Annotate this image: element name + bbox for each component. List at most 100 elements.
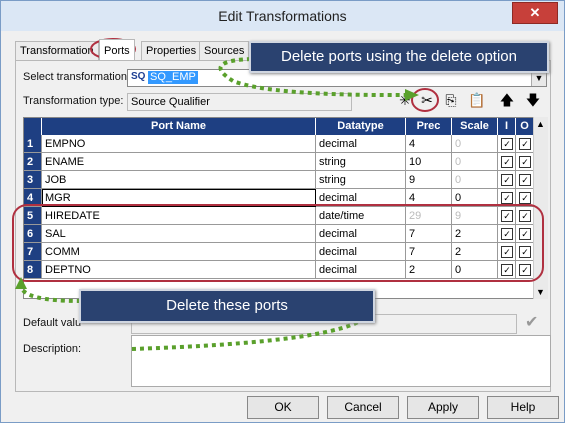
scale-cell[interactable]: 0 xyxy=(452,135,498,153)
port-name-cell[interactable]: COMM xyxy=(42,243,316,261)
new-port-icon[interactable]: ✳ xyxy=(395,91,415,109)
input-header[interactable]: I xyxy=(498,118,516,135)
port-name-cell[interactable]: ENAME xyxy=(42,153,316,171)
cancel-button[interactable]: Cancel xyxy=(327,396,399,419)
prec-header[interactable]: Prec xyxy=(406,118,452,135)
table-row[interactable]: 1 EMPNO decimal 4 0 ✓ ✓ xyxy=(24,135,536,153)
prec-cell[interactable]: 10 xyxy=(406,153,452,171)
prec-cell[interactable]: 7 xyxy=(406,243,452,261)
close-button[interactable]: ✕ xyxy=(512,2,558,24)
datatype-cell[interactable]: decimal xyxy=(316,243,406,261)
scale-cell[interactable]: 2 xyxy=(452,225,498,243)
scale-cell[interactable]: 0 xyxy=(452,261,498,279)
table-row[interactable]: 2 ENAME string 10 0 ✓ ✓ xyxy=(24,153,536,171)
port-name-cell[interactable]: JOB xyxy=(42,171,316,189)
output-port-cell: ✓ xyxy=(516,153,534,171)
row-number[interactable]: 3 xyxy=(24,171,42,189)
copy-icon[interactable]: ⎘ xyxy=(441,91,461,109)
table-row[interactable]: 7 COMM decimal 7 2 ✓ ✓ xyxy=(24,243,536,261)
input-checkbox[interactable]: ✓ xyxy=(501,192,513,204)
prec-cell[interactable]: 4 xyxy=(406,135,452,153)
validate-check-icon[interactable]: ✔ xyxy=(525,312,538,332)
scale-cell[interactable]: 0 xyxy=(452,153,498,171)
datatype-cell[interactable]: decimal xyxy=(316,135,406,153)
paste-icon[interactable]: 📋 xyxy=(467,91,487,109)
scale-cell[interactable]: 0 xyxy=(452,171,498,189)
input-checkbox[interactable]: ✓ xyxy=(501,246,513,258)
move-up-icon[interactable]: 🡅 xyxy=(497,91,517,109)
input-checkbox[interactable]: ✓ xyxy=(501,264,513,276)
tab-sources[interactable]: Sources xyxy=(199,41,250,60)
scale-cell[interactable]: 9 xyxy=(452,207,498,225)
row-number[interactable]: 7 xyxy=(24,243,42,261)
prec-cell[interactable]: 7 xyxy=(406,225,452,243)
prec-cell[interactable]: 2 xyxy=(406,261,452,279)
datatype-cell[interactable]: decimal xyxy=(316,189,406,207)
datatype-header[interactable]: Datatype xyxy=(316,118,406,135)
grid-header: Port Name Datatype Prec Scale I O xyxy=(24,118,536,135)
input-port-cell: ✓ xyxy=(498,225,516,243)
port-name-cell[interactable]: HIREDATE xyxy=(42,207,316,225)
datatype-cell[interactable]: decimal xyxy=(316,261,406,279)
output-checkbox[interactable]: ✓ xyxy=(519,192,531,204)
datatype-cell[interactable]: string xyxy=(316,171,406,189)
output-checkbox[interactable]: ✓ xyxy=(519,264,531,276)
datatype-cell[interactable]: decimal xyxy=(316,225,406,243)
port-name-header[interactable]: Port Name xyxy=(42,118,316,135)
input-checkbox[interactable]: ✓ xyxy=(501,228,513,240)
tab-ports[interactable]: Ports xyxy=(99,39,135,60)
row-number[interactable]: 1 xyxy=(24,135,42,153)
input-port-cell: ✓ xyxy=(498,189,516,207)
input-checkbox[interactable]: ✓ xyxy=(501,210,513,222)
output-checkbox[interactable]: ✓ xyxy=(519,228,531,240)
grid-scrollbar[interactable]: ▲ ▼ xyxy=(533,117,548,299)
scroll-up-icon[interactable]: ▲ xyxy=(536,119,545,129)
callout-delete-ports: Delete these ports xyxy=(79,289,375,323)
table-row[interactable]: 4 MGR decimal 4 0 ✓ ✓ xyxy=(24,189,536,207)
output-checkbox[interactable]: ✓ xyxy=(519,156,531,168)
table-row[interactable]: 8 DEPTNO decimal 2 0 ✓ ✓ xyxy=(24,261,536,279)
ok-button[interactable]: OK xyxy=(247,396,319,419)
output-checkbox[interactable]: ✓ xyxy=(519,210,531,222)
input-port-cell: ✓ xyxy=(498,261,516,279)
datatype-cell[interactable]: date/time xyxy=(316,207,406,225)
help-button[interactable]: Help xyxy=(487,396,559,419)
port-name-cell[interactable]: MGR xyxy=(42,189,316,207)
move-down-icon[interactable]: 🡇 xyxy=(523,91,543,109)
output-checkbox[interactable]: ✓ xyxy=(519,138,531,150)
input-checkbox[interactable]: ✓ xyxy=(501,174,513,186)
cut-icon[interactable]: ✂ xyxy=(417,91,437,109)
output-port-cell: ✓ xyxy=(516,225,534,243)
table-row[interactable]: 6 SAL decimal 7 2 ✓ ✓ xyxy=(24,225,536,243)
edit-transformations-window: Edit Transformations ✕ Transformation Po… xyxy=(0,0,565,423)
port-name-cell[interactable]: EMPNO xyxy=(42,135,316,153)
scale-cell[interactable]: 0 xyxy=(452,189,498,207)
row-number[interactable]: 5 xyxy=(24,207,42,225)
row-number[interactable]: 2 xyxy=(24,153,42,171)
apply-button[interactable]: Apply xyxy=(407,396,479,419)
output-header[interactable]: O xyxy=(516,118,534,135)
input-port-cell: ✓ xyxy=(498,135,516,153)
datatype-cell[interactable]: string xyxy=(316,153,406,171)
input-checkbox[interactable]: ✓ xyxy=(501,138,513,150)
table-row[interactable]: 3 JOB string 9 0 ✓ ✓ xyxy=(24,171,536,189)
table-row[interactable]: 5 HIREDATE date/time 29 9 ✓ ✓ xyxy=(24,207,536,225)
description-textarea[interactable] xyxy=(131,335,551,387)
source-qualifier-icon: SQ xyxy=(131,71,146,82)
input-checkbox[interactable]: ✓ xyxy=(501,156,513,168)
row-number[interactable]: 8 xyxy=(24,261,42,279)
prec-cell[interactable]: 29 xyxy=(406,207,452,225)
tab-transformation[interactable]: Transformation xyxy=(15,41,99,60)
scroll-down-icon[interactable]: ▼ xyxy=(536,287,545,297)
row-number[interactable]: 6 xyxy=(24,225,42,243)
port-name-cell[interactable]: SAL xyxy=(42,225,316,243)
row-number[interactable]: 4 xyxy=(24,189,42,207)
output-checkbox[interactable]: ✓ xyxy=(519,246,531,258)
scale-cell[interactable]: 2 xyxy=(452,243,498,261)
prec-cell[interactable]: 9 xyxy=(406,171,452,189)
prec-cell[interactable]: 4 xyxy=(406,189,452,207)
port-name-cell[interactable]: DEPTNO xyxy=(42,261,316,279)
output-checkbox[interactable]: ✓ xyxy=(519,174,531,186)
tab-properties[interactable]: Properties xyxy=(141,41,202,60)
scale-header[interactable]: Scale xyxy=(452,118,498,135)
